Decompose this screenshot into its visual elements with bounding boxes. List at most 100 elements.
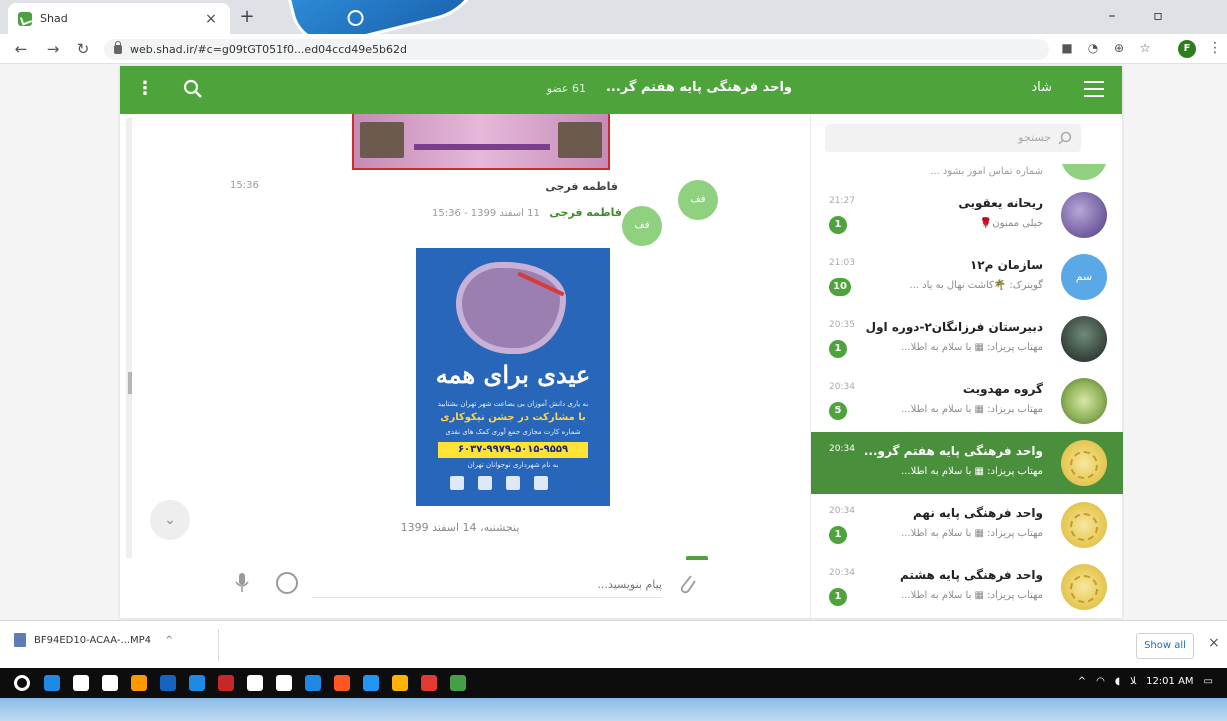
chat-search-icon[interactable]: [182, 78, 204, 100]
profile-avatar[interactable]: F: [1178, 40, 1196, 58]
microphone-icon[interactable]: [234, 572, 250, 594]
taskbar-app-icon[interactable]: [276, 675, 292, 691]
bookmark-star-icon[interactable]: ☆: [1138, 41, 1152, 55]
chat-name: واحد فرهنگی پایه نهم: [913, 506, 1043, 520]
chat-preview: مهتاب پریزاد: ▦ با سلام به اطلا...: [901, 342, 1043, 353]
chat-time: 21:03: [829, 258, 855, 268]
chat-list-item[interactable]: واحد فرهنگی پایه هشتم مهتاب پریزاد: ▦ با …: [811, 556, 1123, 618]
poster-line-3: شماره کارت مجازی جمع آوری کمک های نقدی: [445, 428, 581, 436]
start-button-icon[interactable]: [14, 675, 30, 691]
show-all-button[interactable]: Show all: [1136, 633, 1194, 659]
network-icon[interactable]: ◠: [1096, 676, 1105, 687]
sender-avatar[interactable]: فف: [678, 180, 718, 220]
taskbar-app-icon[interactable]: [334, 675, 350, 691]
iran-map-graphic: [456, 262, 566, 354]
hamburger-menu-icon[interactable]: [1084, 81, 1104, 97]
chat-list-item[interactable]: واحد فرهنگی پایه هفتم گرو... مهتاب پریزاد…: [811, 432, 1123, 494]
taskbar-app-icon[interactable]: [160, 675, 176, 691]
toolbar-icons: ■ ◔ ⊕ ☆: [1060, 41, 1152, 55]
chat-list-item[interactable]: سم سازمان م۱۲ گوینرک: 🌴کاشت نهال به یاد ..…: [811, 246, 1123, 308]
screen: Shad × + – ▫ ← → ↻ web.shad.ir/#c=g09tGT…: [0, 0, 1227, 721]
sidebar-search-input[interactable]: جستجو: [825, 124, 1081, 152]
attach-paperclip-icon[interactable]: [676, 570, 698, 596]
app-header: ⋮ 61 عضو واحد فرهنگی پایه هفتم گر... شاد: [120, 66, 1122, 114]
chat-list-item[interactable]: واحد فرهنگی پایه نهم مهتاب پریزاد: ▦ با س…: [811, 494, 1123, 556]
chevron-up-icon[interactable]: ^: [165, 635, 173, 646]
notifications-icon[interactable]: ▭: [1204, 676, 1213, 687]
taskbar-app-icon[interactable]: [421, 675, 437, 691]
emoji-icon[interactable]: [276, 572, 298, 594]
poster-line-2: با مشارکت در جشن نیکوکاری: [440, 412, 586, 423]
tab-close-icon[interactable]: ×: [202, 11, 220, 27]
chat-time: 20:34: [829, 382, 855, 392]
chat-list-item[interactable]: دبیرستان فرزانگان۲-دوره اول مهتاب پریزاد:…: [811, 308, 1123, 370]
search-placeholder: جستجو: [1018, 131, 1051, 144]
taskbar-app-icon[interactable]: [189, 675, 205, 691]
chat-name: دبیرستان فرزانگان۲-دوره اول: [865, 320, 1043, 334]
browser-tab[interactable]: Shad ×: [8, 3, 230, 34]
taskbar-app-icon[interactable]: [247, 675, 263, 691]
taskbar-app-icon[interactable]: [102, 675, 118, 691]
language-indicator[interactable]: ﻼ: [1130, 676, 1136, 687]
url-text: web.shad.ir/#c=g09tGT051f0...ed04ccd49e5…: [130, 43, 407, 56]
unread-badge: 1: [829, 340, 847, 358]
poster-image-message[interactable]: عیدی برای همه به یاری دانش آموزان بی بضا…: [416, 248, 610, 506]
chat-preview: خیلی ممنون🌹: [979, 218, 1043, 229]
volume-icon[interactable]: ◖: [1115, 676, 1120, 687]
next-message-peek: [686, 556, 708, 560]
logo-icon: [506, 476, 520, 490]
taskbar-app-icon[interactable]: [305, 675, 321, 691]
taskbar-app-icon[interactable]: [131, 675, 147, 691]
chat-name: واحد فرهنگی پایه هفتم گرو...: [863, 444, 1043, 458]
maximize-button[interactable]: ▫: [1135, 0, 1181, 34]
chat-avatar: [1061, 440, 1107, 486]
shad-favicon-icon: [18, 11, 32, 26]
chat-list-item[interactable]: ریحانه یعقوبی خیلی ممنون🌹 21:27 1: [811, 184, 1123, 246]
scroll-down-button[interactable]: ⌄: [150, 500, 190, 540]
previous-image-message[interactable]: [352, 114, 610, 170]
forward-arrow-icon[interactable]: →: [42, 38, 64, 60]
unread-badge: 1: [829, 526, 847, 544]
chat-scrollbar[interactable]: [126, 118, 132, 558]
taskbar-app-icon[interactable]: [450, 675, 466, 691]
chat-list-item-partial[interactable]: شماره تماس امور بشود ...: [811, 164, 1123, 184]
message-input[interactable]: [312, 572, 662, 598]
forwarded-meta: 11 اسفند 1399 - 15:36: [432, 208, 540, 219]
chat-time: 20:34: [829, 506, 855, 516]
image-caption-strip: [414, 144, 550, 150]
chat-preview: مهتاب پریزاد: ▦ با سلام به اطلا...: [901, 528, 1043, 539]
chat-preview: مهتاب پریزاد: ▦ با سلام به اطلا...: [901, 590, 1043, 601]
taskbar-app-icon[interactable]: [218, 675, 234, 691]
chat-menu-icon[interactable]: ⋮: [136, 78, 154, 99]
taskbar-app-icon[interactable]: [73, 675, 89, 691]
browser-menu-icon[interactable]: ⋮: [1208, 40, 1222, 56]
taskbar-app-icon[interactable]: [363, 675, 379, 691]
chat-avatar: [1061, 164, 1107, 180]
image-thumbnail: [558, 122, 602, 158]
back-arrow-icon[interactable]: ←: [10, 38, 32, 60]
message-sender: فاطمه فرجی: [545, 180, 618, 193]
window-close-button[interactable]: [1181, 0, 1227, 34]
translate-icon[interactable]: ◔: [1086, 41, 1100, 55]
taskbar-app-icon[interactable]: [392, 675, 408, 691]
new-tab-button[interactable]: +: [236, 6, 258, 28]
chat-list-item[interactable]: گروه مهدویت مهتاب پریزاد: ▦ با سلام به اط…: [811, 370, 1123, 432]
chat-title[interactable]: واحد فرهنگی پایه هفتم گر...: [606, 80, 792, 95]
taskbar-app-icon[interactable]: [44, 675, 60, 691]
downloads-close-icon[interactable]: ×: [1208, 635, 1220, 651]
minimize-button[interactable]: –: [1089, 0, 1135, 34]
reload-icon[interactable]: ↻: [72, 38, 94, 60]
address-bar[interactable]: web.shad.ir/#c=g09tGT051f0...ed04ccd49e5…: [104, 39, 1049, 60]
chat-preview: شماره تماس امور بشود ...: [930, 166, 1043, 177]
unread-badge: 1: [829, 588, 847, 606]
forwarded-avatar[interactable]: فف: [622, 206, 662, 246]
tray-chevron-icon[interactable]: ^: [1078, 676, 1086, 687]
camera-icon[interactable]: ■: [1060, 41, 1074, 55]
zoom-icon[interactable]: ⊕: [1112, 41, 1126, 55]
clock[interactable]: 12:01 AM: [1146, 676, 1193, 687]
download-item[interactable]: BF94ED10-ACAA-...MP4 ^: [14, 633, 173, 647]
chat-scrollbar-thumb[interactable]: [128, 372, 132, 394]
chat-avatar: [1061, 316, 1107, 362]
date-separator: پنجشنبه، 14 اسفند 1399: [400, 521, 520, 534]
forwarded-from-name[interactable]: فاطمه فرجی: [549, 206, 622, 219]
